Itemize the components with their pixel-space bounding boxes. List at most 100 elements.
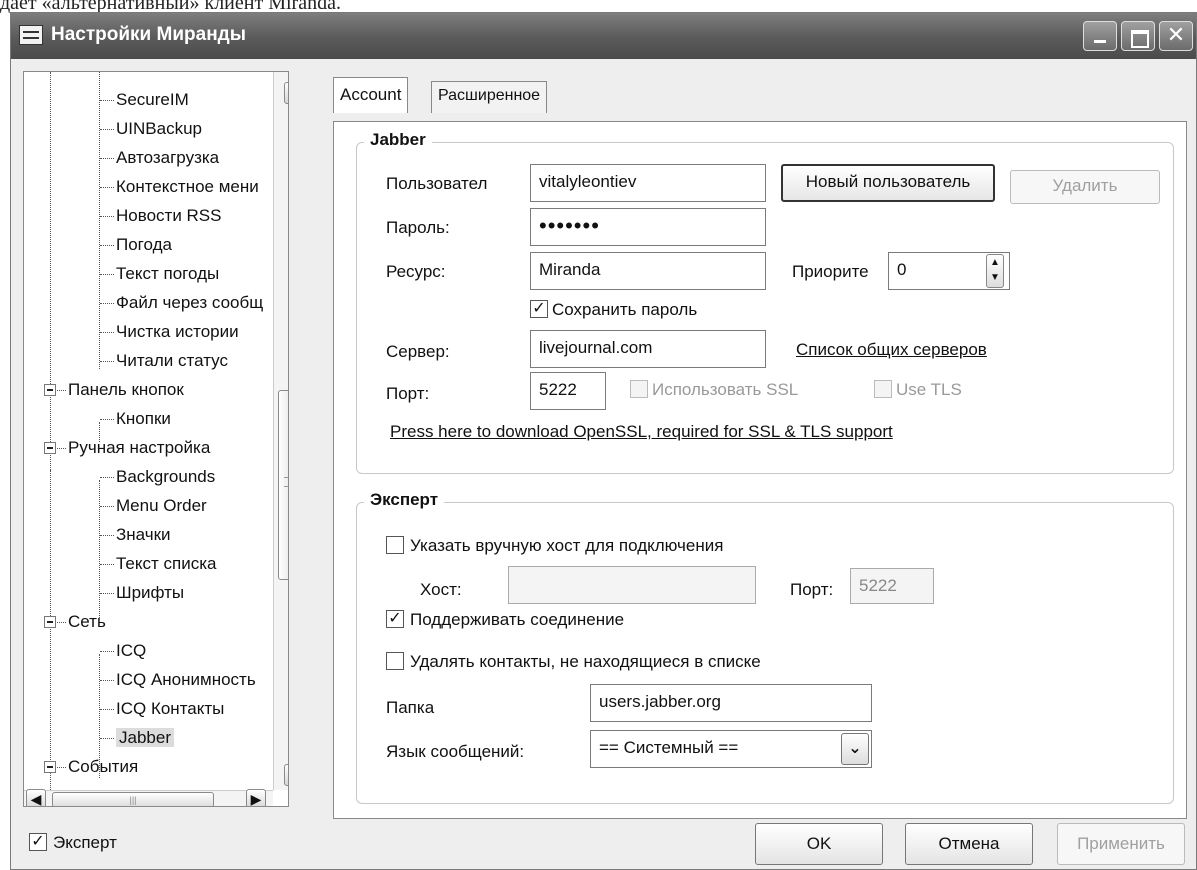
username-label: Пользовател: [386, 174, 488, 193]
remove-contacts-label: Удалять контакты, не находящиеся в списк…: [410, 652, 761, 671]
tab-account[interactable]: Account: [333, 77, 409, 113]
server-list-link[interactable]: Список общих серверов: [796, 340, 987, 360]
title-bar[interactable]: Настройки Миранды ✕: [11, 13, 1196, 59]
password-field[interactable]: •••••••: [530, 208, 766, 246]
tree-guide-line: [100, 680, 114, 681]
keepalive-label: Поддерживать соединение: [410, 610, 625, 629]
tree-item[interactable]: Ручная настройка: [68, 434, 210, 462]
cancel-button[interactable]: Отмена: [905, 823, 1033, 865]
tree-item-label: ICQ Анонимность: [116, 670, 256, 689]
tree-item[interactable]: Контекстное мени: [116, 173, 259, 201]
tree-item[interactable]: Погода: [116, 231, 172, 259]
tree-item[interactable]: SecureIM: [116, 86, 189, 114]
delete-button[interactable]: Удалить: [1010, 170, 1160, 204]
ok-button[interactable]: OK: [755, 823, 883, 865]
expert-checkbox[interactable]: ✓: [29, 833, 47, 851]
username-field[interactable]: vitalyleontiev: [530, 164, 766, 202]
tree-guide-line: [100, 593, 114, 594]
tree-item[interactable]: Автозагрузка: [116, 144, 219, 172]
port-field[interactable]: 5222: [530, 372, 606, 410]
message-language-label: Язык сообщений:: [386, 742, 525, 761]
remove-contacts-checkbox[interactable]: [386, 652, 404, 670]
tree-guide-line: [100, 564, 114, 565]
tree-guide-line: [100, 187, 114, 188]
tree-item[interactable]: Текст погоды: [116, 260, 219, 288]
manual-host-checkbox[interactable]: [386, 536, 404, 554]
expert-group-title: Эксперт: [364, 490, 445, 510]
tree-item[interactable]: ICQ: [116, 637, 146, 665]
server-field[interactable]: livejournal.com: [530, 330, 766, 368]
tree-item[interactable]: Кнопки: [116, 405, 171, 433]
resource-field[interactable]: Miranda: [530, 252, 766, 290]
tree-horizontal-scrollbar[interactable]: ◀ ||| ▶: [24, 789, 273, 806]
collapse-toggle-icon[interactable]: [44, 616, 56, 628]
priority-label: Приорите: [792, 262, 869, 281]
tree-guide-line: [99, 72, 100, 369]
use-tls-checkbox[interactable]: [874, 380, 892, 398]
tree-item[interactable]: События: [68, 753, 138, 781]
tree-item[interactable]: Чистка истории: [116, 318, 239, 346]
tree-item-label: Ручная настройка: [68, 438, 211, 457]
priority-spinner[interactable]: ▲ ▼: [986, 254, 1004, 288]
new-user-button[interactable]: Новый пользователь: [781, 164, 995, 202]
openssl-download-link[interactable]: Press here to download OpenSSL, required…: [390, 422, 893, 442]
tree-item[interactable]: Значки: [116, 521, 171, 549]
tree-item[interactable]: ICQ Контакты: [116, 695, 224, 723]
scroll-right-button[interactable]: ▶: [246, 789, 266, 806]
app-icon: [19, 25, 43, 45]
window-title: Настройки Миранды: [51, 24, 246, 45]
tree-item-label: Кнопки: [116, 409, 171, 428]
save-password-checkbox[interactable]: ✓: [530, 300, 548, 318]
password-label: Пароль:: [386, 218, 450, 237]
tree-item[interactable]: Текст списка: [116, 550, 217, 578]
tree-item[interactable]: Backgrounds: [116, 463, 215, 491]
tree-item-label: Автозагрузка: [116, 148, 220, 167]
tree-item[interactable]: UINBackup: [116, 115, 202, 143]
tree-item-label: Файл через сообщ: [116, 293, 264, 312]
manual-host-label: Указать вручную хост для подключения: [410, 536, 724, 555]
tree-item[interactable]: Сеть: [68, 608, 106, 636]
tree-guide-line: [100, 361, 114, 362]
scroll-up-button[interactable]: ▲: [284, 82, 288, 104]
close-button[interactable]: ✕: [1159, 21, 1193, 51]
scroll-thumb[interactable]: [278, 390, 288, 580]
tree-guide-line: [100, 419, 114, 420]
keepalive-checkbox[interactable]: ✓: [386, 610, 404, 628]
scroll-left-button[interactable]: ◀: [26, 789, 46, 806]
save-password-label: Сохранить пароль: [552, 300, 698, 319]
minimize-button[interactable]: [1083, 21, 1117, 51]
tree-item[interactable]: ICQ Анонимность: [116, 666, 256, 694]
tree-item[interactable]: Читали статус: [116, 347, 228, 375]
scroll-down-button[interactable]: ▼: [284, 764, 288, 786]
tree-guide-line: [100, 158, 114, 159]
tree-item[interactable]: Jabber: [116, 724, 174, 752]
settings-window: Настройки Миранды ✕ ▲ ▼ ◀ ||| ▶ SecureIM…: [10, 12, 1197, 870]
tree-item-label: Новости RSS: [116, 206, 222, 225]
collapse-toggle-icon[interactable]: [44, 384, 56, 396]
collapse-toggle-icon[interactable]: [44, 442, 56, 454]
apply-button[interactable]: Применить: [1057, 823, 1185, 865]
host-field[interactable]: [508, 566, 756, 604]
tree-item-label: Читали статус: [116, 351, 228, 370]
tree-item[interactable]: Menu Order: [116, 492, 207, 520]
collapse-toggle-icon[interactable]: [44, 761, 56, 773]
maximize-button[interactable]: [1121, 21, 1155, 51]
horizontal-scroll-thumb[interactable]: |||: [52, 792, 214, 806]
tab-advanced[interactable]: Расширенное: [431, 81, 548, 113]
tree-item[interactable]: Шрифты: [116, 579, 184, 607]
tree-item-label: Значки: [116, 525, 171, 544]
chevron-down-icon[interactable]: ⌄: [841, 733, 869, 765]
message-language-select[interactable]: == Системный == ⌄: [590, 730, 872, 768]
options-tree[interactable]: ▲ ▼ ◀ ||| ▶ SecureIM UINBackup Автозагрузк…: [23, 71, 289, 807]
tree-item[interactable]: Панель кнопок: [68, 376, 184, 404]
tree-item[interactable]: Новости RSS: [116, 202, 222, 230]
jabber-group-title: Jabber: [364, 130, 432, 150]
use-ssl-checkbox[interactable]: [630, 380, 648, 398]
tree-item[interactable]: Файл через сообщ: [116, 289, 263, 317]
tree-item-label: Текст погоды: [116, 264, 220, 283]
tree-item-label: События: [68, 757, 139, 776]
expert-port-label: Порт:: [790, 580, 834, 599]
folder-field[interactable]: users.jabber.org: [590, 684, 872, 722]
use-tls-label: Use TLS: [896, 380, 962, 399]
expert-port-field[interactable]: 5222: [850, 568, 934, 604]
